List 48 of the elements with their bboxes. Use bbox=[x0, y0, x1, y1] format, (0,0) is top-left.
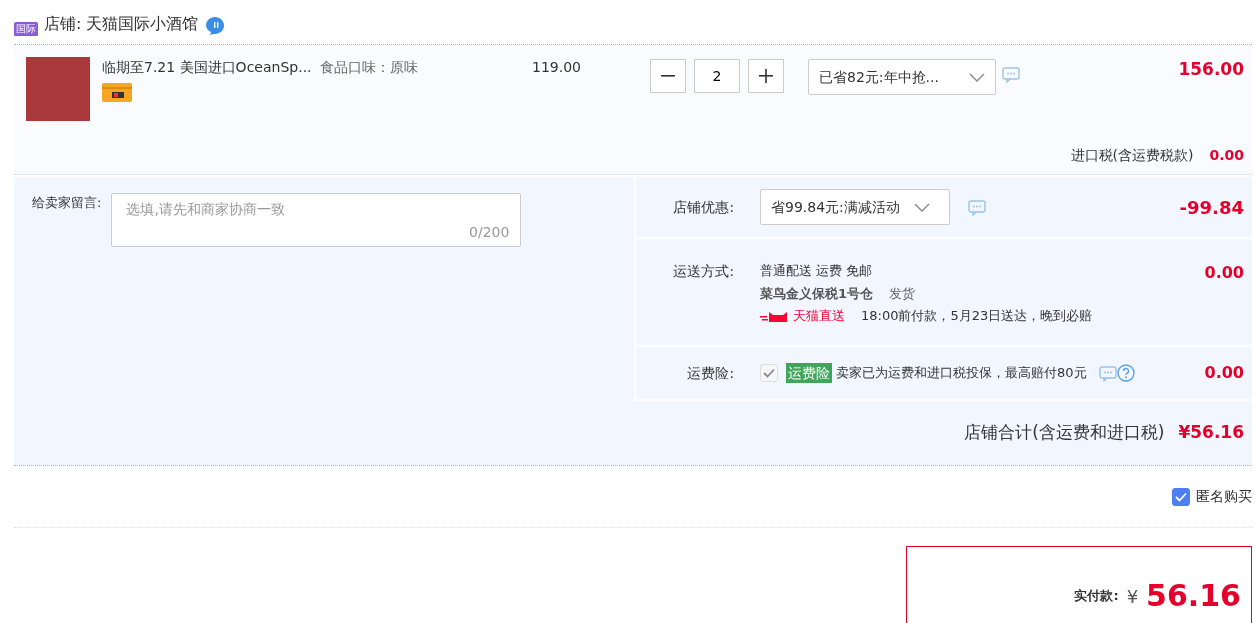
currency-symbol: ¥ bbox=[1126, 584, 1139, 609]
anonymous-label[interactable]: 匿名购买 bbox=[1196, 486, 1252, 507]
tax-amount: 0.00 bbox=[1209, 146, 1244, 165]
character-counter: 0/200 bbox=[469, 223, 510, 242]
delivery-badge-text: 天猫直送 bbox=[793, 307, 845, 325]
product-attribute: 食品口味：原味 bbox=[319, 58, 418, 77]
caret-icon bbox=[913, 201, 930, 213]
store-total-amount: ¥56.16 bbox=[1178, 421, 1244, 445]
subtotal: 156.00 bbox=[1178, 58, 1244, 81]
chat-icon[interactable] bbox=[1002, 66, 1020, 83]
chat-bubble-icon[interactable] bbox=[204, 16, 227, 36]
check-icon bbox=[1175, 491, 1187, 502]
shipping-method: 普通配送 运费 免邮 bbox=[760, 262, 874, 280]
discount-dropdown[interactable]: 省99.84元:满减活动 bbox=[760, 189, 950, 225]
store-badge: 国际 bbox=[14, 22, 38, 36]
delivery-estimate: 18:00前付款，5月23日送达，晚到必赔 bbox=[861, 307, 1093, 325]
chat-icon[interactable] bbox=[968, 198, 986, 216]
shipping-amount: 0.00 bbox=[1204, 262, 1244, 284]
discount-label: 店铺优惠: bbox=[672, 197, 735, 217]
anonymous-checkbox[interactable] bbox=[1172, 487, 1190, 506]
store-total-label: 店铺合计(含运费和进口税) bbox=[964, 421, 1165, 445]
discount-amount: -99.84 bbox=[1179, 195, 1244, 220]
product-photo bbox=[26, 57, 90, 121]
warehouse-name: 菜鸟金义保税1号仓 bbox=[760, 284, 874, 303]
shipping-label: 运送方式: bbox=[672, 262, 735, 281]
caret-icon bbox=[969, 71, 985, 83]
store-name: 店铺: 天猫国际小酒馆 bbox=[44, 13, 199, 35]
plus-button[interactable] bbox=[748, 59, 784, 93]
insurance-label: 运费险: bbox=[686, 363, 735, 383]
help-icon[interactable] bbox=[1116, 364, 1135, 382]
unit-price: 119.00 bbox=[532, 58, 582, 77]
insurance-amount: 0.00 bbox=[1204, 362, 1244, 384]
payment-amount: 56.16 bbox=[1146, 581, 1241, 611]
warehouse-suffix: 发货 bbox=[889, 284, 916, 303]
quantity-field[interactable]: 2 bbox=[694, 59, 740, 93]
product-title[interactable]: 临期至7.21 美国进口OceanSp... bbox=[102, 57, 312, 78]
tax-label: 进口税(含运费税款) bbox=[1070, 146, 1194, 165]
chat-icon[interactable] bbox=[1098, 364, 1117, 382]
insurance-text: 卖家已为运费和进口税投保，最高赔付80元 bbox=[836, 364, 1087, 383]
card-icon bbox=[102, 82, 132, 102]
minus-button[interactable] bbox=[650, 59, 686, 93]
insurance-tag: 运费险 bbox=[786, 362, 832, 384]
payment-label: 实付款: bbox=[1074, 587, 1119, 606]
promotion-dropdown[interactable]: 已省82元:年中抢... bbox=[808, 59, 996, 95]
message-label: 给卖家留言: bbox=[32, 194, 102, 212]
check-icon bbox=[763, 368, 775, 378]
minus-icon bbox=[661, 75, 675, 77]
plus-icon bbox=[758, 68, 774, 84]
